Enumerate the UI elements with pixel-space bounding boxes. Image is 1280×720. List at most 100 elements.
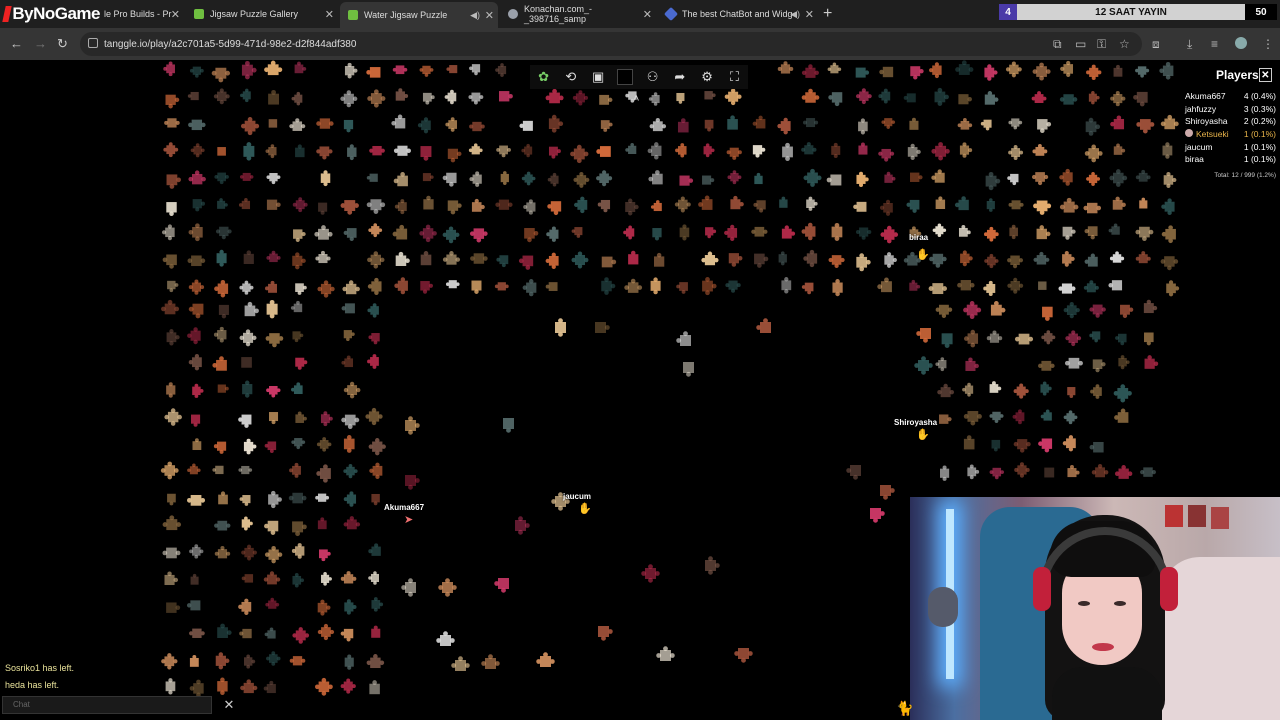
site-info-icon[interactable]: [88, 38, 98, 48]
puzzle-piece[interactable]: [572, 90, 588, 106]
puzzle-piece[interactable]: [319, 549, 331, 562]
puzzle-piece[interactable]: [192, 438, 202, 451]
puzzle-piece[interactable]: [343, 330, 355, 342]
puzzle-piece[interactable]: [1014, 462, 1030, 478]
puzzle-piece[interactable]: [469, 228, 488, 243]
puzzle-piece[interactable]: [470, 253, 488, 264]
puzzle-piece[interactable]: [445, 280, 460, 289]
puzzle-piece[interactable]: [187, 463, 201, 475]
puzzle-piece[interactable]: [623, 225, 635, 240]
puzzle-piece[interactable]: [1143, 299, 1158, 314]
puzzle-piece[interactable]: [826, 174, 842, 186]
puzzle-piece[interactable]: [779, 196, 788, 208]
puzzle-piece[interactable]: [1083, 280, 1099, 293]
puzzle-piece[interactable]: [213, 441, 227, 454]
puzzle-piece[interactable]: [295, 283, 307, 295]
puzzle-piece[interactable]: [419, 224, 437, 243]
puzzle-piece[interactable]: [263, 571, 281, 585]
puzzle-piece[interactable]: [963, 435, 975, 450]
cast-icon[interactable]: ▭: [1075, 37, 1086, 51]
puzzle-piece[interactable]: [676, 331, 691, 346]
puzzle-piece[interactable]: [503, 418, 514, 433]
puzzle-piece[interactable]: [959, 142, 973, 158]
puzzle-piece[interactable]: [650, 277, 661, 295]
close-tab-icon[interactable]: ✕: [485, 9, 494, 22]
puzzle-piece[interactable]: [420, 281, 434, 294]
puzzle-piece[interactable]: [939, 414, 952, 424]
reload-icon[interactable]: ↻: [57, 36, 68, 52]
puzzle-piece[interactable]: [546, 226, 559, 242]
puzzle-piece[interactable]: [941, 333, 953, 349]
puzzle-piece[interactable]: [705, 227, 717, 239]
puzzle-piece[interactable]: [344, 62, 358, 79]
puzzle-piece[interactable]: [164, 408, 182, 426]
puzzle-piece[interactable]: [163, 142, 179, 158]
puzzle-piece[interactable]: [596, 170, 613, 187]
puzzle-piece[interactable]: [266, 173, 281, 185]
puzzle-piece[interactable]: [1108, 223, 1120, 235]
puzzle-piece[interactable]: [827, 62, 842, 74]
puzzle-piece[interactable]: [858, 142, 868, 155]
puzzle-piece[interactable]: [161, 299, 180, 315]
menu-icon[interactable]: ⋮: [1262, 37, 1274, 51]
puzzle-piece[interactable]: [344, 599, 357, 615]
puzzle-piece[interactable]: [548, 114, 564, 133]
puzzle-piece[interactable]: [1059, 168, 1073, 186]
puzzle-piece[interactable]: [238, 598, 252, 616]
puzzle-piece[interactable]: [931, 169, 945, 183]
puzzle-piece[interactable]: [468, 143, 483, 155]
puzzle-piece[interactable]: [1044, 467, 1055, 478]
puzzle-piece[interactable]: [444, 89, 457, 105]
puzzle-piece[interactable]: [216, 249, 227, 267]
puzzle-piece[interactable]: [989, 467, 1004, 480]
puzzle-piece[interactable]: [292, 521, 307, 537]
puzzle-piece[interactable]: [189, 654, 199, 667]
puzzle-piece[interactable]: [1135, 169, 1151, 182]
puzzle-piece[interactable]: [451, 656, 470, 671]
puzzle-piece[interactable]: [1112, 196, 1126, 210]
puzzle-piece[interactable]: [214, 172, 229, 185]
puzzle-piece[interactable]: [498, 91, 513, 102]
puzzle-piece[interactable]: [367, 277, 382, 296]
puzzle-piece[interactable]: [161, 653, 178, 670]
puzzle-piece[interactable]: [571, 251, 589, 269]
puzzle-piece[interactable]: [1041, 330, 1056, 345]
puzzle-piece[interactable]: [340, 628, 354, 642]
puzzle-piece[interactable]: [1008, 118, 1023, 130]
puzzle-piece[interactable]: [598, 626, 613, 641]
puzzle-piece[interactable]: [1120, 304, 1134, 319]
puzzle-piece[interactable]: [1115, 333, 1127, 346]
puzzle-piece[interactable]: [698, 195, 713, 210]
puzzle-piece[interactable]: [983, 280, 996, 296]
puzzle-piece[interactable]: [213, 88, 230, 105]
puzzle-piece[interactable]: [212, 465, 224, 475]
puzzle-piece[interactable]: [935, 357, 947, 372]
puzzle-piece[interactable]: [186, 600, 201, 611]
puzzle-piece[interactable]: [701, 251, 719, 266]
puzzle-piece[interactable]: [241, 117, 260, 136]
browser-tab[interactable]: Jigsaw Puzzle Gallery ✕: [186, 3, 338, 25]
puzzle-piece[interactable]: [1118, 355, 1130, 370]
puzzle-piece[interactable]: [166, 382, 176, 398]
puzzle-piece[interactable]: [596, 146, 611, 157]
puzzle-piece[interactable]: [320, 170, 331, 187]
puzzle-piece[interactable]: [445, 117, 458, 132]
puzzle-piece[interactable]: [573, 171, 590, 188]
puzzle-piece[interactable]: [239, 628, 252, 639]
puzzle-piece[interactable]: [366, 173, 378, 182]
puzzle-piece[interactable]: [884, 171, 896, 183]
back-icon[interactable]: ←: [10, 36, 23, 51]
puzzle-piece[interactable]: [676, 282, 688, 294]
puzzle-piece[interactable]: [341, 303, 355, 314]
puzzle-piece[interactable]: [342, 280, 360, 295]
puzzle-piece[interactable]: [1113, 64, 1123, 77]
puzzle-piece[interactable]: [683, 362, 694, 377]
puzzle-piece[interactable]: [536, 652, 555, 667]
puzzle-piece[interactable]: [243, 438, 257, 455]
puzzle-piece[interactable]: [366, 199, 386, 214]
puzzle-piece[interactable]: [243, 250, 254, 265]
puzzle-piece[interactable]: [395, 88, 409, 101]
puzzle-piece[interactable]: [1062, 226, 1076, 240]
browser-tab-active[interactable]: Water Jigsaw Puzzle ◀) ✕: [340, 2, 498, 28]
puzzle-piece[interactable]: [420, 251, 432, 266]
